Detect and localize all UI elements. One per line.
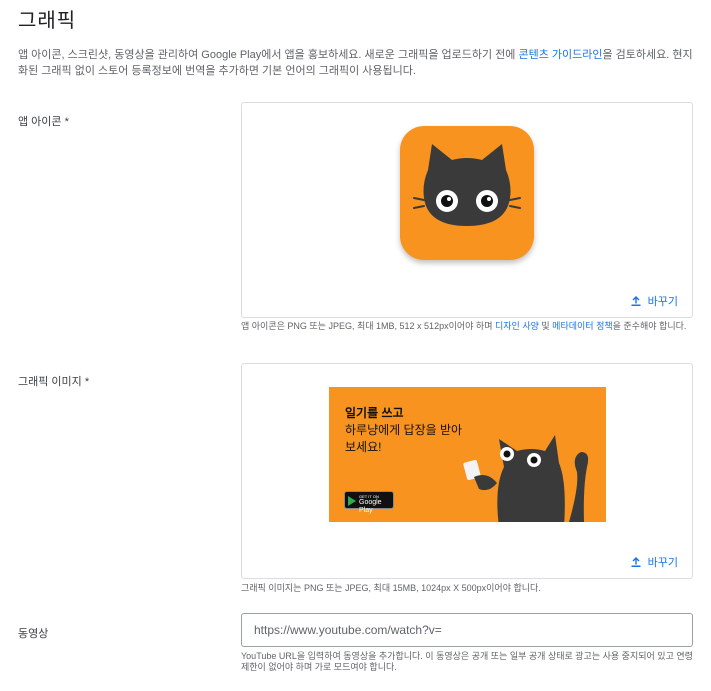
app-icon-card: 바꾸기 — [241, 102, 693, 318]
page-description: 앱 아이콘, 스크린샷, 동영상을 관리하여 Google Play에서 앱을 … — [18, 47, 698, 79]
feature-graphic-card: 일기를 쓰고 하루냥에게 답장을 받아보세요! GET IT ON Google… — [241, 363, 693, 579]
feature-graphic-change-label: 바꾸기 — [647, 557, 678, 569]
page-title: 그래픽 — [18, 10, 77, 32]
app-icon-change-label: 바꾸기 — [647, 296, 678, 308]
video-url-input[interactable]: https://www.youtube.com/watch?v= — [241, 613, 693, 647]
play-icon — [348, 496, 356, 506]
video-url-placeholder: https://www.youtube.com/watch?v= — [254, 623, 442, 637]
feature-graphic-help: 그래픽 이미지는 PNG 또는 JPEG, 최대 15MB, 1024px X … — [241, 583, 541, 593]
badge-large-text: Google Play — [359, 499, 382, 514]
design-spec-link[interactable]: 디자인 사양 — [495, 321, 539, 331]
google-play-badge: GET IT ON Google Play — [344, 491, 394, 514]
cat-icon — [413, 144, 521, 226]
video-help: YouTube URL을 입력하여 동영상을 추가합니다. 이 동영상은 공개 … — [241, 651, 693, 672]
upload-icon — [631, 557, 641, 567]
feature-headline: 일기를 쓰고 — [345, 406, 404, 420]
app-icon-change-button[interactable]: 바꾸기 — [630, 293, 678, 309]
app-icon-help: 앱 아이콘은 PNG 또는 JPEG, 최대 1MB, 512 x 512px이… — [241, 321, 696, 332]
metadata-policy-link[interactable]: 메타데이터 정책 — [552, 321, 612, 331]
app-icon-label: 앱 아이콘 * — [18, 116, 69, 128]
feature-graphic-change-button[interactable]: 바꾸기 — [630, 554, 678, 570]
video-label: 동영상 — [18, 628, 49, 640]
upload-icon — [631, 296, 641, 306]
content-guidelines-link[interactable]: 콘텐츠 가이드라인 — [518, 49, 602, 61]
feature-subline: 하루냥에게 답장을 받아보세요! — [345, 423, 463, 454]
description-text-1: 앱 아이콘, 스크린샷, 동영상을 관리하여 Google Play에서 앱을 … — [18, 49, 519, 61]
app-icon-help-mid: 및 — [538, 321, 553, 331]
feature-graphic-image: 일기를 쓰고 하루냥에게 답장을 받아보세요! GET IT ON Google… — [329, 387, 606, 522]
cat-illustration-icon — [463, 435, 589, 522]
app-icon-help-text-1: 앱 아이콘은 PNG 또는 JPEG, 최대 1MB, 512 x 512px이… — [241, 321, 495, 331]
app-icon-image — [400, 126, 534, 260]
feature-graphic-label: 그래픽 이미지 * — [18, 376, 90, 388]
app-icon-help-text-2: 을 준수해야 합니다. — [612, 321, 687, 331]
